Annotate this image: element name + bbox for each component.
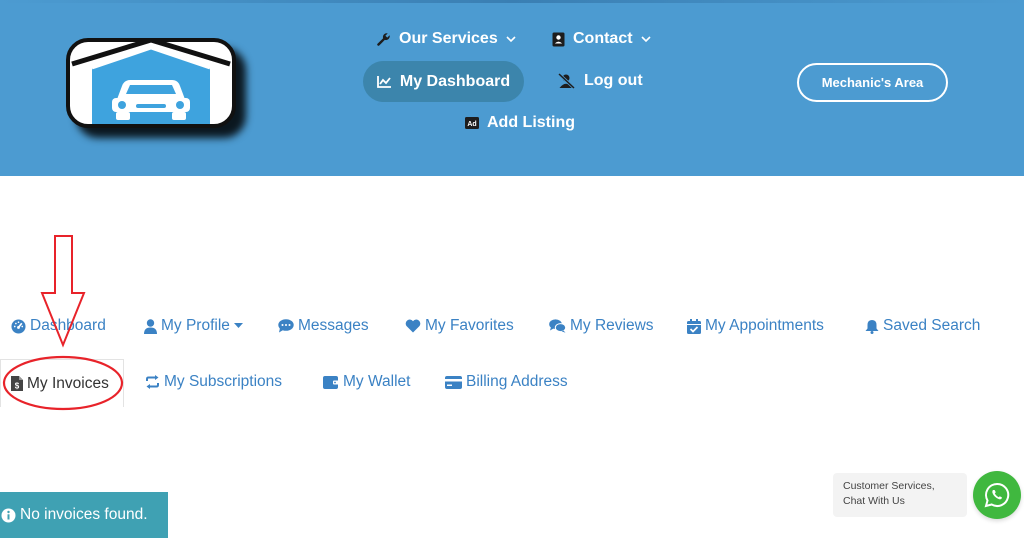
menu-my-reviews-label: My Reviews	[570, 317, 654, 334]
no-invoices-text: No invoices found.	[20, 506, 148, 523]
calendar-check-icon	[687, 318, 701, 334]
menu-messages-label: Messages	[298, 317, 369, 334]
wallet-icon	[323, 375, 339, 389]
nav-my-dashboard-label: My Dashboard	[399, 72, 511, 90]
nav-our-services-label: Our Services	[399, 30, 498, 47]
menu-dashboard[interactable]: Dashboard	[11, 317, 106, 335]
contact-book-icon	[552, 32, 565, 46]
chat-icon	[278, 319, 294, 333]
menu-my-appointments[interactable]: My Appointments	[687, 317, 824, 335]
ad-icon: Ad	[465, 117, 479, 129]
menu-my-invoices-label: My Invoices	[27, 374, 109, 392]
wrench-icon	[377, 32, 390, 46]
menu-billing-address-label: Billing Address	[466, 373, 568, 390]
menu-my-subscriptions[interactable]: My Subscriptions	[145, 373, 282, 391]
menu-my-subscriptions-label: My Subscriptions	[164, 373, 283, 390]
bell-icon	[865, 319, 879, 334]
sync-icon	[146, 375, 159, 389]
menu-saved-search[interactable]: Saved Search	[865, 317, 980, 335]
mechanics-area-button[interactable]: Mechanic's Area	[797, 63, 948, 102]
menu-my-invoices[interactable]: $ My Invoices	[0, 359, 124, 407]
menu-my-favorites-label: My Favorites	[425, 317, 514, 334]
header-top-border	[0, 0, 1024, 3]
caret-down-icon	[233, 323, 243, 328]
menu-my-favorites[interactable]: My Favorites	[405, 317, 514, 335]
whatsapp-chat-button[interactable]	[973, 471, 1021, 519]
menu-dashboard-label: Dashboard	[30, 317, 106, 334]
nav-contact[interactable]: Contact	[552, 30, 651, 48]
page: Our Services Contact My Dashboard Log ou…	[0, 0, 1024, 538]
line-chart-icon	[376, 76, 391, 88]
svg-text:Ad: Ad	[467, 121, 476, 128]
user-icon	[144, 318, 157, 334]
menu-my-profile-label: My Profile	[161, 317, 230, 334]
nav-add-listing-label: Add Listing	[487, 114, 575, 131]
menu-my-wallet[interactable]: My Wallet	[323, 373, 410, 391]
user-slash-icon	[558, 73, 576, 89]
nav-add-listing[interactable]: Ad Add Listing	[465, 114, 575, 132]
chat-bubble[interactable]: Customer Services, Chat With Us	[833, 473, 967, 517]
site-header: Our Services Contact My Dashboard Log ou…	[0, 0, 1024, 176]
chevron-down-icon	[640, 36, 651, 43]
info-icon	[1, 508, 16, 522]
heart-icon	[405, 319, 421, 333]
chevron-down-icon	[506, 36, 516, 43]
nav-log-out-label: Log out	[584, 72, 643, 89]
credit-card-icon	[445, 375, 462, 389]
whatsapp-icon	[984, 482, 1010, 508]
menu-saved-search-label: Saved Search	[883, 317, 981, 334]
menu-billing-address[interactable]: Billing Address	[445, 373, 568, 391]
comments-icon	[549, 319, 566, 333]
nav-contact-label: Contact	[573, 30, 633, 47]
menu-my-appointments-label: My Appointments	[705, 317, 824, 334]
nav-log-out[interactable]: Log out	[558, 72, 643, 90]
menu-my-wallet-label: My Wallet	[343, 373, 411, 390]
invoice-icon: $	[11, 376, 23, 391]
nav-my-dashboard[interactable]: My Dashboard	[363, 61, 524, 102]
nav-our-services[interactable]: Our Services	[376, 30, 516, 48]
no-invoices-alert: No invoices found.	[0, 492, 168, 538]
menu-messages[interactable]: Messages	[278, 317, 369, 335]
menu-my-profile[interactable]: My Profile	[144, 317, 243, 335]
tachometer-icon	[11, 318, 26, 334]
menu-my-reviews[interactable]: My Reviews	[549, 317, 654, 335]
svg-text:$: $	[15, 382, 20, 391]
garage-logo[interactable]	[66, 38, 236, 128]
